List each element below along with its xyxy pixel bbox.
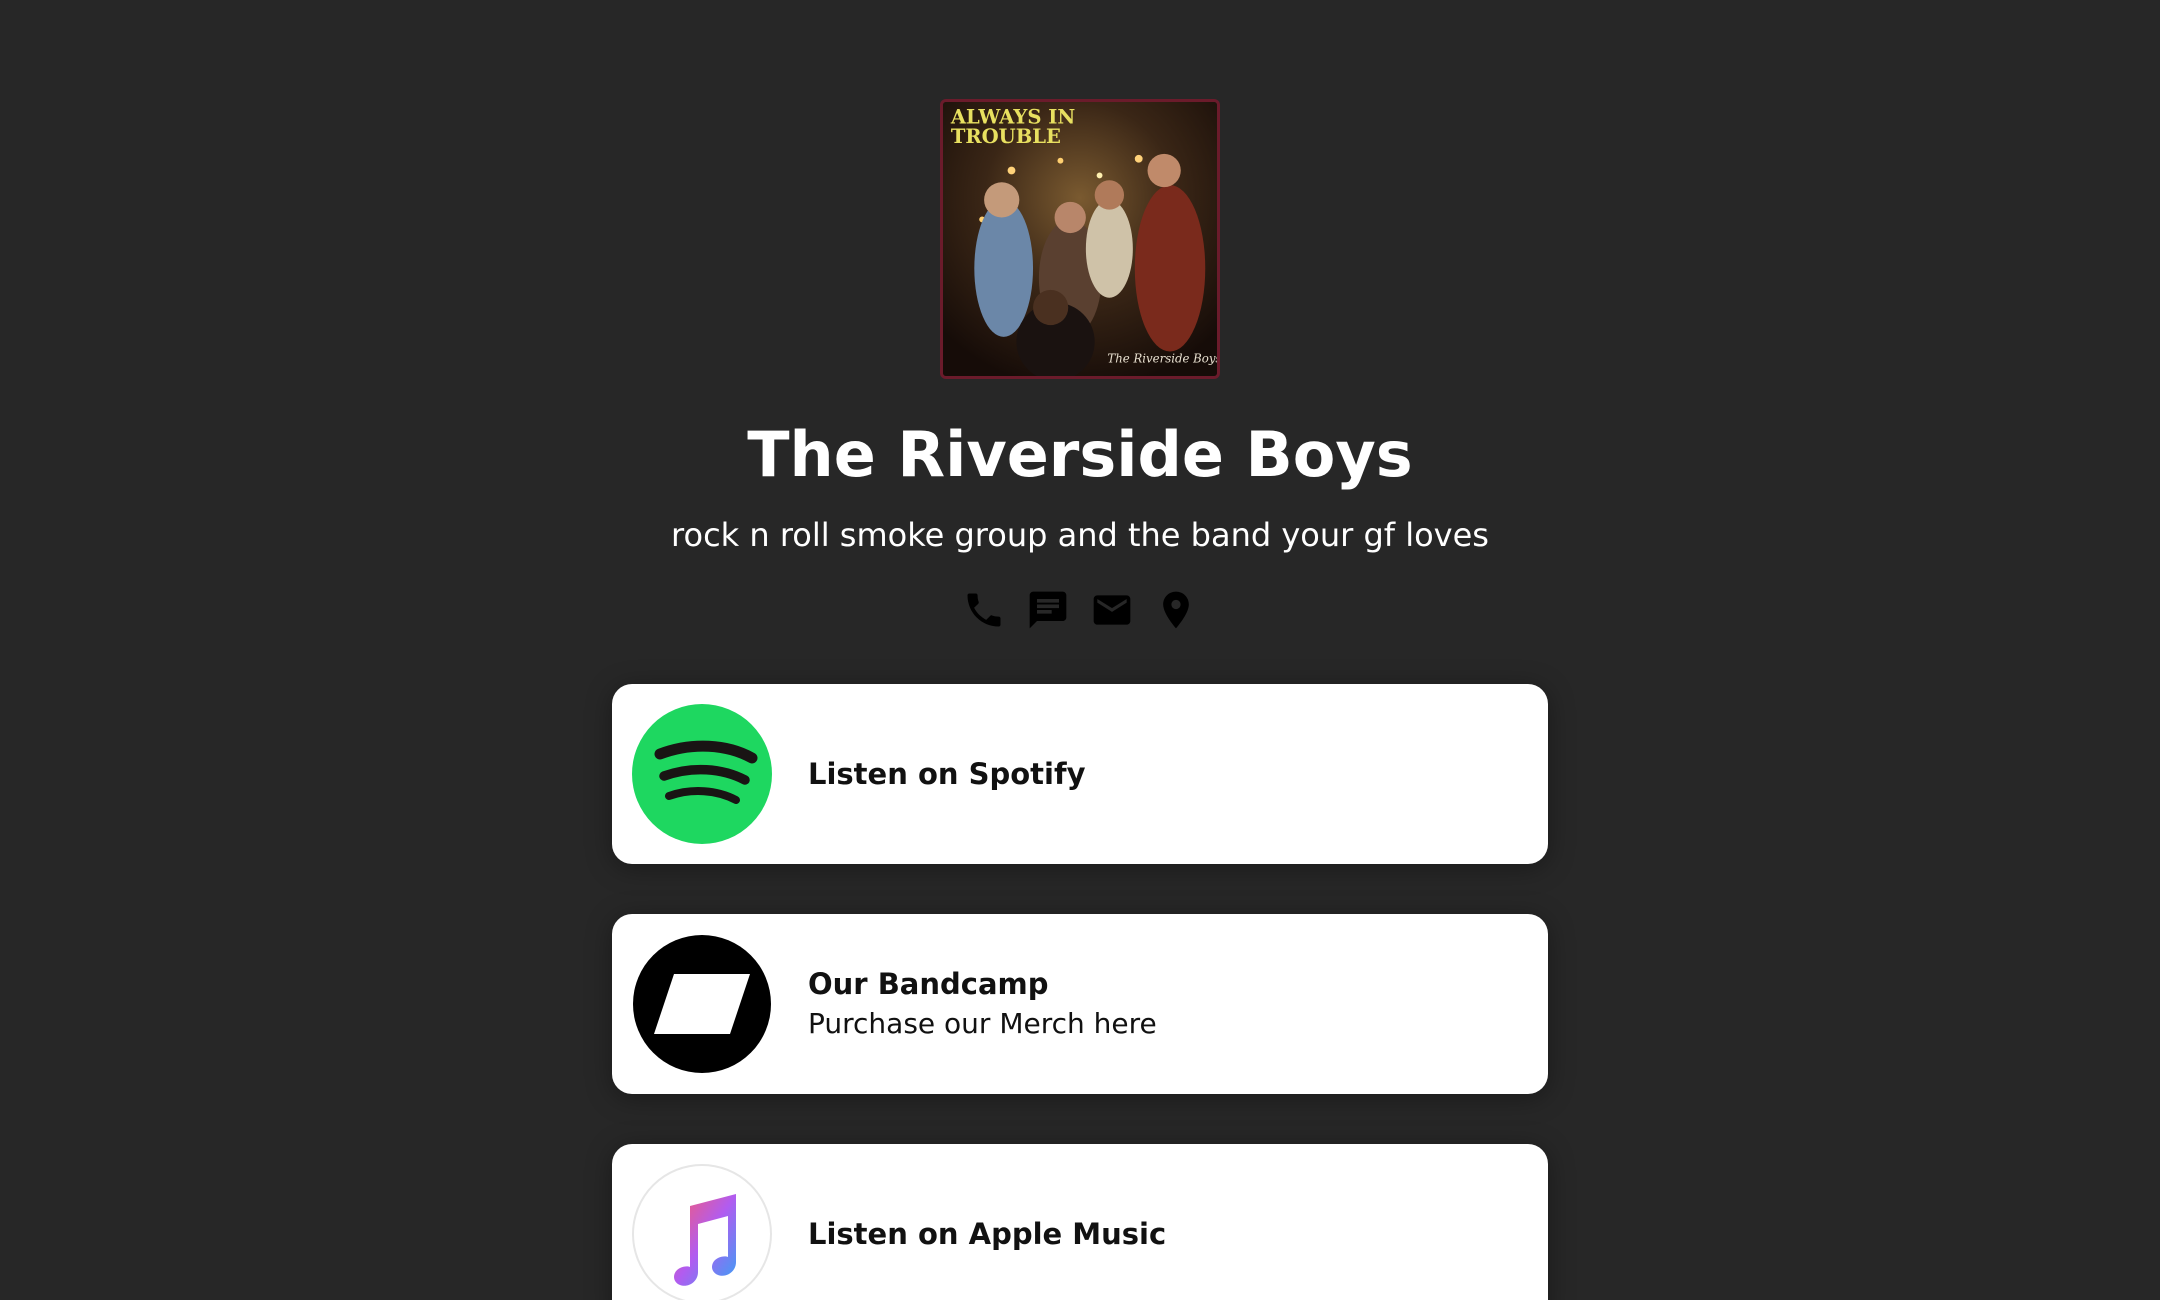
location-pin-icon[interactable]: [1154, 584, 1198, 636]
link-title: Listen on Spotify: [808, 757, 1086, 791]
link-card-spotify[interactable]: Listen on Spotify: [612, 684, 1548, 864]
cover-text-line2: TROUBLE: [951, 125, 1061, 148]
link-in-bio-page: ALWAYS IN TROUBLE The Riverside Boys The…: [0, 0, 2160, 1300]
bandcamp-icon: [632, 934, 772, 1074]
apple-music-icon: [632, 1164, 772, 1300]
profile-name: The Riverside Boys: [747, 418, 1413, 491]
cover-signature: The Riverside Boys: [1107, 351, 1217, 365]
link-card-bandcamp[interactable]: Our Bandcamp Purchase our Merch here: [612, 914, 1548, 1094]
avatar: ALWAYS IN TROUBLE The Riverside Boys: [940, 99, 1220, 379]
link-title: Our Bandcamp: [808, 967, 1049, 1001]
profile-bio: rock n roll smoke group and the band you…: [671, 516, 1489, 554]
link-card-apple-music[interactable]: Listen on Apple Music: [612, 1144, 1548, 1300]
link-text: Listen on Spotify: [808, 684, 1508, 864]
album-cover-image: ALWAYS IN TROUBLE The Riverside Boys: [943, 102, 1217, 376]
phone-icon[interactable]: [962, 584, 1006, 636]
link-text: Listen on Apple Music: [808, 1144, 1508, 1300]
link-text: Our Bandcamp Purchase our Merch here: [808, 914, 1508, 1094]
spotify-icon: [632, 704, 772, 844]
link-title: Listen on Apple Music: [808, 1217, 1167, 1251]
contact-icons: [0, 584, 2160, 636]
email-icon[interactable]: [1090, 584, 1134, 636]
message-icon[interactable]: [1026, 584, 1070, 636]
link-subtitle: Purchase our Merch here: [808, 1007, 1157, 1040]
